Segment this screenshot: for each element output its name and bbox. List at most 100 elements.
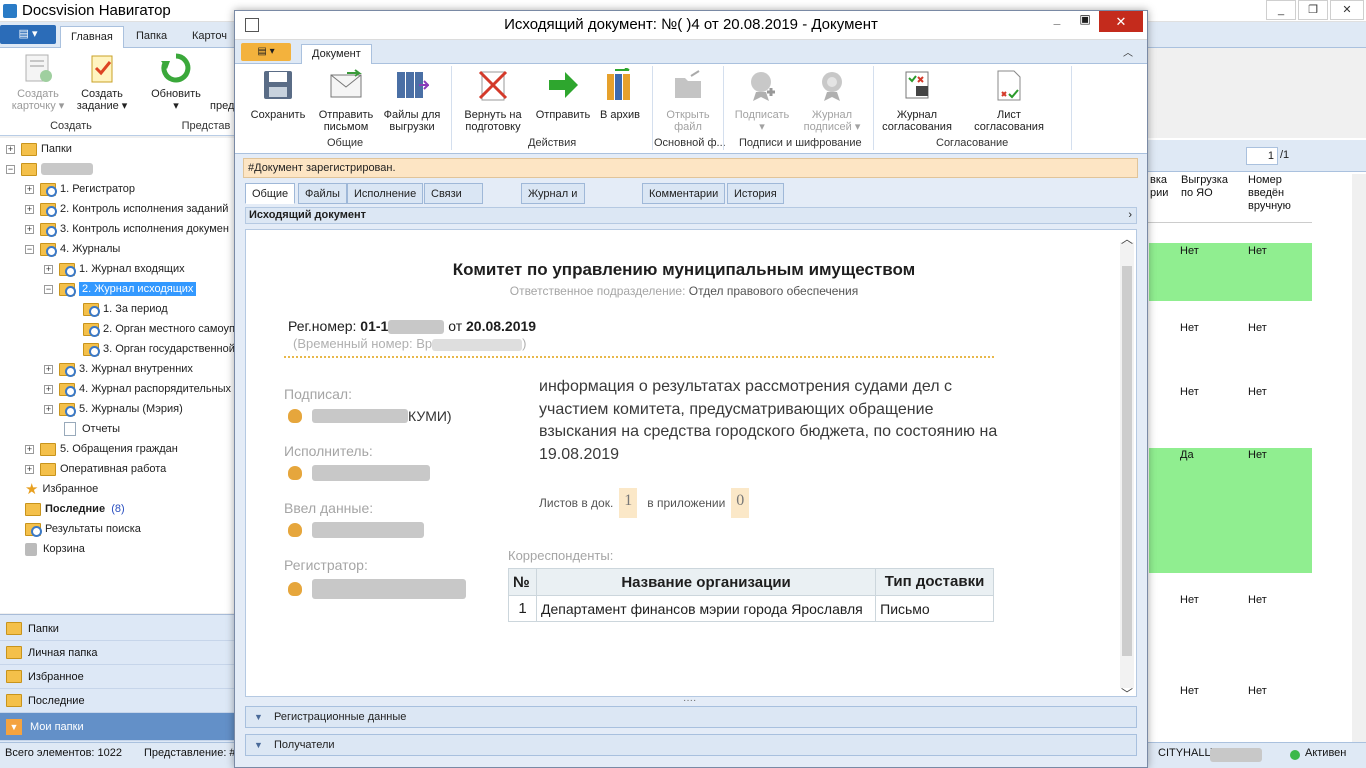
tab-log-categories[interactable]: Журнал и категории [521, 183, 586, 220]
tree-item[interactable]: Корзина [25, 540, 85, 558]
to-archive-button[interactable]: В архив [587, 67, 653, 121]
page-input[interactable]: 1 [1246, 147, 1278, 165]
tree-item[interactable]: +4. Журнал распорядительных [44, 380, 231, 398]
page-total: /1 [1280, 149, 1290, 161]
collapse-icon[interactable]: − [6, 164, 15, 174]
highlighted-row[interactable] [1149, 448, 1312, 573]
attachments-count[interactable]: 0 [731, 488, 750, 518]
expand-icon[interactable]: + [44, 404, 53, 414]
tree-item[interactable]: +2. Контроль исполнения заданий [25, 200, 228, 218]
tree-item[interactable]: +5. Обращения граждан [25, 440, 178, 458]
tree-item[interactable]: +1. Журнал входящих [44, 260, 185, 278]
tree-item[interactable]: 2. Орган местного самоуп [83, 320, 235, 338]
nav-folders[interactable]: Папки [0, 617, 235, 641]
search-folder-icon [59, 382, 76, 397]
expand-icon[interactable]: + [44, 384, 53, 394]
tree-item[interactable]: Отчеты [64, 420, 120, 438]
view-partial-button[interactable]: пред [210, 100, 234, 112]
expand-icon[interactable]: + [25, 464, 34, 474]
tree-item[interactable]: + Оперативная работа [25, 460, 166, 478]
tree-item[interactable]: +3. Журнал внутренних [44, 360, 193, 378]
create-task-button[interactable]: Создать задание ▾ [72, 52, 132, 112]
tree-item[interactable]: ★ Избранное [25, 480, 98, 498]
tree-item[interactable]: Результаты поиска [25, 520, 141, 538]
sign-button[interactable]: Подписать ▾ [727, 68, 797, 133]
tab-files[interactable]: Файлы [298, 183, 347, 204]
scroll-up-icon[interactable]: ︿ [1121, 230, 1133, 247]
nav-my-folders[interactable]: ▼ Мои папки [0, 713, 235, 741]
tree-item[interactable]: − [6, 160, 93, 178]
tree-item[interactable]: 1. За период [83, 300, 168, 318]
app-menu-button[interactable]: ▤ ▾ [0, 25, 56, 44]
nav-recent[interactable]: Последние [0, 689, 235, 713]
maximize-button[interactable]: ❐ [1298, 0, 1328, 20]
tree-item[interactable]: +5. Журналы (Мэрия) [44, 400, 183, 418]
approval-log-button[interactable]: Журнал согласования [882, 68, 952, 133]
executor-field[interactable] [288, 465, 430, 481]
entered-by-field[interactable] [288, 522, 424, 538]
list-scrollbar[interactable] [1352, 174, 1366, 742]
minimize-button[interactable]: _ [1266, 0, 1296, 20]
signer-field[interactable]: КУМИ) [288, 408, 452, 424]
tab-comments[interactable]: Комментарии [642, 183, 726, 204]
tab-history[interactable]: История [727, 183, 784, 204]
doc-maximize-button[interactable]: ▣ [1071, 12, 1099, 32]
section-registration-data[interactable]: ▼ Регистрационные данные [245, 706, 1137, 728]
tab-execution[interactable]: Исполнение [347, 183, 424, 204]
column-header[interactable]: вка рии [1150, 174, 1168, 200]
tab-folder[interactable]: Папка [126, 26, 177, 48]
column-header-export[interactable]: Выгрузка по ЯО [1181, 174, 1228, 200]
doc-close-button[interactable]: ✕ [1099, 11, 1143, 32]
collapse-icon[interactable]: − [44, 284, 53, 294]
expand-icon[interactable]: + [6, 144, 15, 154]
sign-log-button[interactable]: Журнал подписей ▾ [797, 68, 867, 133]
tab-general[interactable]: Общие [245, 183, 296, 204]
ribbon-collapse-icon[interactable]: ︿ [1123, 44, 1133, 59]
tree-item-selected[interactable]: −2. Журнал исходящих [44, 280, 197, 298]
expand-icon[interactable]: + [25, 204, 34, 214]
expand-icon[interactable]: + [25, 184, 34, 194]
nav-favorites[interactable]: Избранное [0, 665, 235, 689]
form-scrollbar[interactable]: ︿ ﹀ [1120, 232, 1134, 696]
table-row[interactable]: 1 Департамент финансов мэрии города Ярос… [508, 595, 994, 622]
doc-minimize-button[interactable]: _ [1043, 12, 1071, 32]
chevron-down-icon: ▼ [6, 718, 22, 735]
send-by-mail-button[interactable]: Отправить письмом [311, 68, 381, 133]
export-files-button[interactable]: Файлы для выгрузки [377, 68, 447, 133]
tree-item[interactable]: 3. Орган государственной [83, 340, 235, 358]
highlighted-row[interactable] [1149, 243, 1312, 301]
return-to-preparation-button[interactable]: Вернуть на подготовку [458, 68, 528, 133]
create-card-button[interactable]: Создать карточку ▾ [8, 52, 68, 112]
signer-label: Подписал: [284, 386, 352, 402]
tree-item[interactable]: + Папки [6, 140, 72, 158]
column-header-manual-number[interactable]: Номер введён вручную [1248, 174, 1291, 213]
folder-icon [6, 670, 22, 683]
approval-sheet-button[interactable]: Лист согласования [961, 68, 1057, 133]
splitter-grip[interactable]: ···· [683, 695, 696, 706]
tree-item[interactable]: −4. Журналы [25, 240, 120, 258]
scroll-thumb[interactable] [1122, 266, 1132, 656]
open-file-button[interactable]: Открыть файл [653, 68, 723, 133]
save-button[interactable]: Сохранить [242, 68, 314, 121]
section-expand-icon[interactable]: › [1128, 208, 1132, 223]
doc-menu-button[interactable]: ▤ ▾ [241, 43, 291, 61]
expand-icon[interactable]: + [25, 224, 34, 234]
collapse-icon[interactable]: − [25, 244, 34, 254]
expand-icon[interactable]: + [25, 444, 34, 454]
tree-item[interactable]: +3. Контроль исполнения докумен [25, 220, 229, 238]
expand-icon[interactable]: + [44, 264, 53, 274]
tab-document[interactable]: Документ [301, 44, 372, 65]
tree-item[interactable]: +1. Регистратор [25, 180, 135, 198]
expand-icon[interactable]: + [44, 364, 53, 374]
registrar-field[interactable] [288, 579, 466, 599]
sheets-count[interactable]: 1 [619, 488, 638, 518]
refresh-button[interactable]: Обновить ▾ [144, 52, 208, 112]
tab-card-links[interactable]: Связи карточек [424, 183, 483, 220]
close-button[interactable]: ✕ [1330, 0, 1364, 20]
tab-home[interactable]: Главная [60, 26, 124, 48]
section-recipients[interactable]: ▼ Получатели [245, 734, 1137, 756]
tree-item[interactable]: Последние (8) [25, 500, 125, 518]
nav-personal-folder[interactable]: Личная папка [0, 641, 235, 665]
tab-card[interactable]: Карточ [182, 26, 237, 48]
scroll-down-icon[interactable]: ﹀ [1121, 685, 1133, 696]
